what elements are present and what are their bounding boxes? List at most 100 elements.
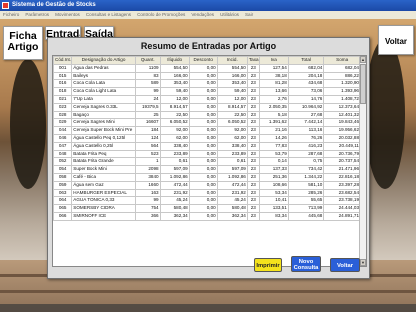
column-header[interactable]: Quant.: [134, 56, 161, 65]
table-row[interactable]: 052 Batata Frita Grande 1 0,61 0,00 0,61 23 0,1…: [53, 157, 361, 167]
table-cell: 048: [53, 149, 73, 159]
table-cell: HAMBURGER ESPECIAL: [71, 188, 136, 198]
menu-bar: Ficheiro Parâmetros Movimentos Consultas…: [0, 11, 416, 19]
menu-promocoes[interactable]: Controlo de Promoções: [137, 11, 185, 19]
table-row[interactable]: 059 Água sem Gaz 1660 472,44 0,00 472,44 23 108…: [53, 180, 361, 190]
table-row[interactable]: 028 Bagaço 25 22,50 0,00 22,50 23 5,18 27,68 12.4…: [53, 110, 361, 120]
menu-parametros[interactable]: Parâmetros: [25, 11, 49, 19]
table-row[interactable]: 046 Água Castello Peq 0,125l 124 62,00 0,00 6…: [53, 133, 361, 143]
table-cell: Água sem Gaz: [71, 180, 136, 190]
table-cell: 047: [53, 141, 73, 151]
imprimir-button[interactable]: Imprimir: [254, 258, 282, 272]
table-row[interactable]: 047 Água Castello 0,25l 564 338,40 0,00 338,4…: [53, 141, 361, 151]
menu-consultas[interactable]: Consultas e Listagens: [86, 11, 131, 19]
table-cell: 581,10: [287, 180, 325, 190]
table-cell: 734,42: [287, 165, 325, 174]
table-cell: 0,00: [188, 165, 218, 174]
table-cell: 23.738,19: [323, 196, 361, 206]
voltar-tile[interactable]: Voltar: [378, 25, 414, 55]
table-cell: 23: [246, 126, 260, 135]
table-cell: 2,76: [258, 94, 289, 104]
table-cell: 886,22: [323, 71, 361, 81]
table-row[interactable]: 029 Cerveja Sagres Mini 16607 6.050,52 0,00 6…: [53, 118, 361, 128]
scroll-up-arrow-icon[interactable]: ▲: [360, 56, 366, 63]
menu-ficheiro[interactable]: Ficheiro: [3, 11, 19, 19]
table-row[interactable]: 054 Super Bock Mini 2098 597,09 0,00 597,09 23…: [53, 165, 361, 174]
dock-plank: [0, 290, 416, 293]
table-cell: 1: [134, 157, 161, 167]
table-cell: 0,75: [287, 157, 325, 167]
table-cell: 12,00: [216, 94, 248, 104]
table-cell: 059: [53, 180, 73, 190]
table-cell: 580,48: [159, 204, 190, 213]
table-row[interactable]: 044 Cerveja Super Bock Mini Pre 184 92,00 0,…: [53, 126, 361, 135]
grid-scrollbar[interactable]: ▲ ▼: [359, 56, 366, 266]
background-tree: [365, 39, 405, 189]
table-cell: 204,18: [287, 71, 325, 81]
table-cell: 20.736,79: [323, 149, 361, 159]
column-header[interactable]: Taxa: [246, 56, 260, 65]
menu-movimentos[interactable]: Movimentos: [55, 11, 80, 19]
table-cell: Batata Frita Grande: [71, 157, 136, 167]
table-cell: 22,50: [159, 110, 190, 120]
table-cell: 054: [53, 165, 73, 174]
table-row[interactable]: 066 SMIRNOFF ICE 366 362,34 0,00 362,34 23 83,3…: [53, 211, 361, 221]
table-row[interactable]: 016 Coca Cola Lata 589 353,40 0,00 353,40 23 81…: [53, 79, 361, 89]
table-row[interactable]: 065 SOMERSBY CIDRA 754 580,48 0,00 580,48 23 13…: [53, 204, 361, 213]
column-header[interactable]: Desconto: [188, 56, 218, 65]
table-cell: 99: [134, 196, 161, 206]
voltar-button[interactable]: Voltar: [330, 258, 360, 272]
table-cell: 23: [246, 188, 260, 198]
table-cell: 12.373,64: [323, 102, 361, 112]
column-header[interactable]: Total: [287, 56, 325, 65]
table-cell: 285,26: [287, 188, 325, 198]
column-header[interactable]: Iva: [258, 56, 289, 65]
table-cell: 23: [246, 71, 260, 81]
table-cell: 1660: [134, 180, 161, 190]
table-cell: 166,00: [159, 71, 190, 81]
table-row[interactable]: 064 AGUA TONICA 0,33 99 45,24 0,00 45,24 23 10,…: [53, 196, 361, 206]
table-row[interactable]: 018 Coca Cola Light Lata 99 59,40 0,00 59,40 2…: [53, 87, 361, 96]
menu-vendacoes[interactable]: Vendações: [191, 11, 214, 19]
table-cell: 6.050,52: [216, 118, 248, 128]
table-row[interactable]: 015 Baileys 83 166,00 0,00 166,00 23 38,18 204,1…: [53, 71, 361, 81]
column-header[interactable]: Designação do Artigo: [71, 56, 136, 65]
ficha-artigo-tile[interactable]: Ficha Artigo: [3, 26, 43, 60]
table-cell: 2.050,35: [258, 102, 289, 112]
table-cell: 1.344,22: [287, 172, 325, 182]
table-cell: 38,18: [258, 71, 289, 81]
table-cell: 83,34: [258, 211, 289, 221]
scroll-down-arrow-icon[interactable]: ▼: [360, 259, 366, 266]
table-cell: 124: [134, 133, 161, 143]
entries-grid[interactable]: Cód.Int. Designação do Artigo Quant. Ilí…: [52, 55, 367, 267]
table-cell: 23: [246, 141, 260, 151]
table-row[interactable]: 048 Batata Frita Peq 523 233,89 0,00 233,89 23…: [53, 149, 361, 159]
menu-sair[interactable]: Sair: [245, 11, 253, 19]
table-row[interactable]: 001 Água das Pedras 1109 554,50 0,00 554,50 23…: [53, 63, 361, 73]
table-cell: 24: [134, 94, 161, 104]
table-cell: 92,00: [216, 126, 248, 135]
window-titlebar: Sistema de Gestão de Stocks: [0, 0, 416, 11]
menu-utilitarios[interactable]: Utilitários: [220, 11, 239, 19]
table-cell: 554,50: [159, 63, 190, 73]
table-cell: 046: [53, 133, 73, 143]
table-row[interactable]: 023 Cerveja Sagres 0.33L 19379,5 8.914,57 0,…: [53, 102, 361, 112]
table-cell: 1.092,86: [216, 172, 248, 182]
novo-consulta-button[interactable]: Novo Consulta: [291, 256, 321, 272]
table-cell: 0,00: [188, 63, 218, 73]
column-header[interactable]: Ilíquido: [159, 56, 190, 65]
column-header[interactable]: Cód.Int.: [53, 56, 73, 65]
scroll-thumb[interactable]: [360, 64, 366, 104]
table-cell: 0,00: [188, 196, 218, 206]
column-header[interactable]: Incid.: [216, 56, 248, 65]
table-cell: Café - Bica: [71, 172, 136, 182]
table-cell: Cerveja Super Bock Mini Pre: [71, 126, 136, 135]
table-cell: 59,40: [159, 87, 190, 96]
table-row[interactable]: 058 Café - Bica 3840 1.092,86 0,00 1.092,86 23…: [53, 172, 361, 182]
column-header[interactable]: Soma: [323, 56, 361, 65]
app-icon: [2, 2, 9, 9]
table-cell: 113,16: [287, 126, 325, 135]
table-cell: 0,00: [188, 141, 218, 151]
table-row[interactable]: 021 7'Up Lata 24 12,00 0,00 12,00 23 2,76 14,76 1…: [53, 94, 361, 104]
table-row[interactable]: 063 HAMBURGER ESPECIAL 163 231,92 0,00 231,92…: [53, 188, 361, 198]
